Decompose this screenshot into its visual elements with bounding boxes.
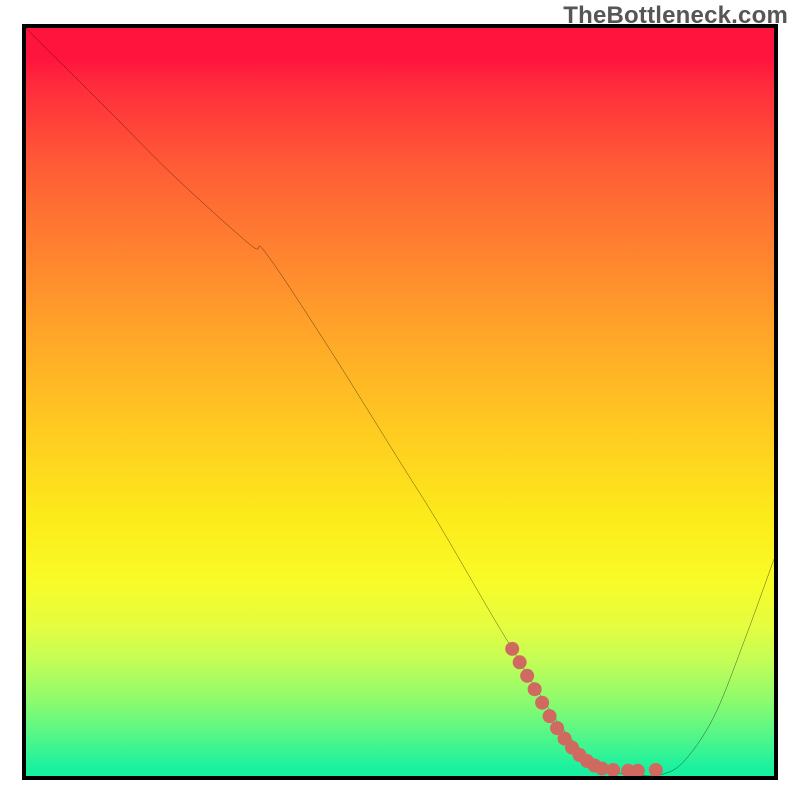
highlight-dot	[513, 655, 527, 669]
chart-frame: TheBottleneck.com	[0, 0, 800, 800]
recommended-range-dots	[26, 28, 774, 776]
highlight-dot	[520, 669, 534, 683]
highlight-dot	[543, 709, 557, 723]
highlight-dot	[606, 763, 620, 776]
highlight-dot	[528, 682, 542, 696]
highlight-dot	[631, 764, 645, 776]
highlight-dot	[505, 642, 519, 656]
highlight-dot	[535, 696, 549, 710]
plot-area	[22, 24, 778, 780]
highlight-dot	[649, 763, 663, 776]
